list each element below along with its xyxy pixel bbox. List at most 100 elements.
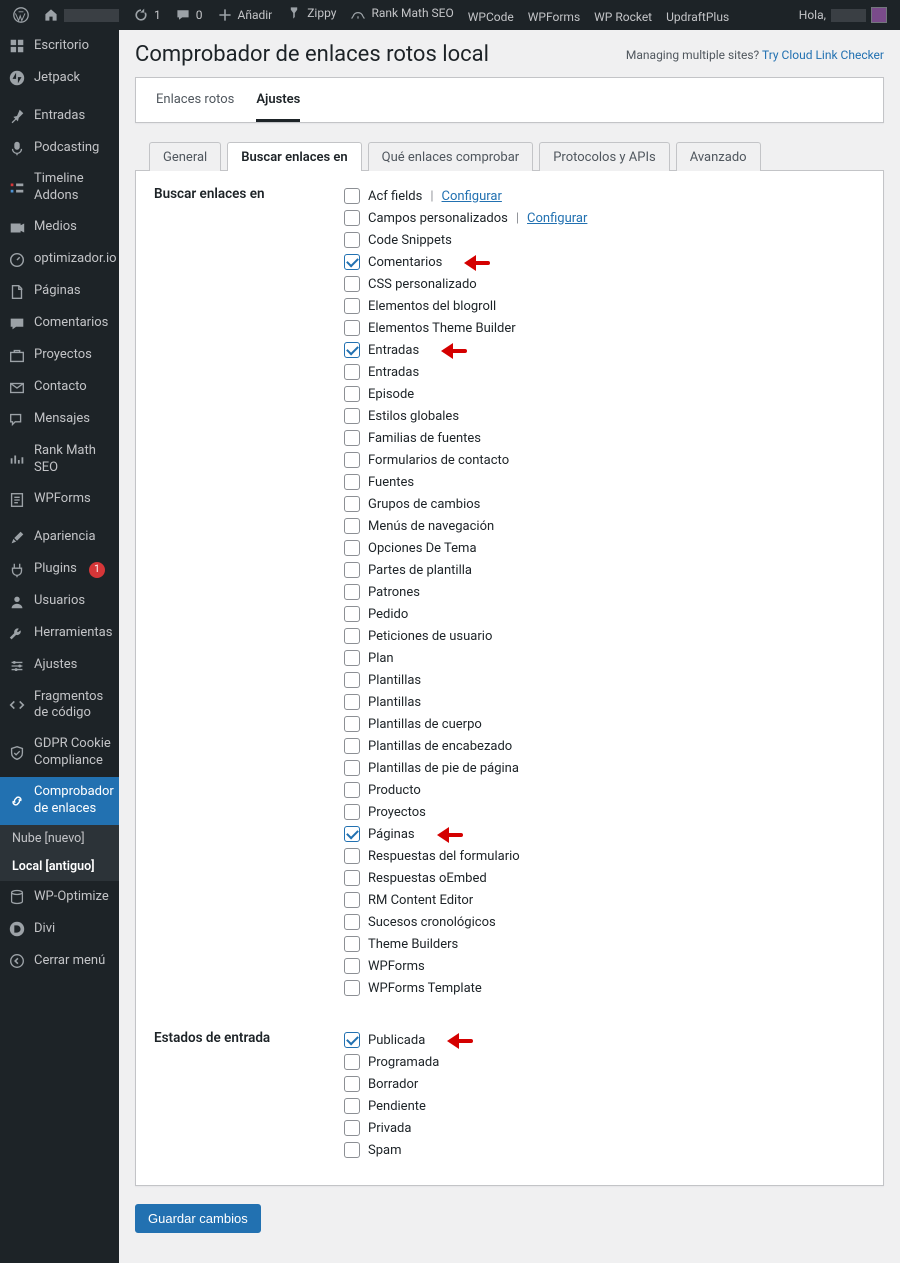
menu-usuarios[interactable]: Usuarios: [0, 586, 119, 618]
checkbox-1[interactable]: [344, 1054, 360, 1070]
checkbox-19[interactable]: [344, 606, 360, 622]
option-episode[interactable]: Episode: [344, 383, 865, 405]
settings-tab-general[interactable]: General: [149, 142, 221, 171]
checkbox-13[interactable]: [344, 474, 360, 490]
option-spam[interactable]: Spam: [344, 1139, 865, 1161]
option-respuestas-oembed[interactable]: Respuestas oEmbed: [344, 867, 865, 889]
checkbox-14[interactable]: [344, 496, 360, 512]
menu-gdpr-cookie-compliance[interactable]: GDPR Cookie Compliance: [0, 729, 119, 777]
menu-herramientas[interactable]: Herramientas: [0, 618, 119, 650]
settings-tab-protocolos-y-apis[interactable]: Protocolos y APIs: [539, 142, 669, 171]
option-familias-de-fuentes[interactable]: Familias de fuentes: [344, 427, 865, 449]
checkbox-25[interactable]: [344, 738, 360, 754]
option-patrones[interactable]: Patrones: [344, 581, 865, 603]
checkbox-4[interactable]: [344, 276, 360, 292]
option-campos-personalizados[interactable]: Campos personalizados | Configurar: [344, 207, 865, 229]
menu-wpforms[interactable]: WPForms: [0, 484, 119, 516]
option-producto[interactable]: Producto: [344, 779, 865, 801]
try-cloud-link[interactable]: Try Cloud Link Checker: [762, 48, 884, 62]
option-elementos-del-blogroll[interactable]: Elementos del blogroll: [344, 295, 865, 317]
checkbox-0[interactable]: [344, 1032, 360, 1048]
option-sucesos-cronol-gicos[interactable]: Sucesos cronológicos: [344, 911, 865, 933]
settings-tab-buscar-enlaces-en[interactable]: Buscar enlaces en: [227, 142, 361, 171]
option-fuentes[interactable]: Fuentes: [344, 471, 865, 493]
option-men-s-de-navegaci-n[interactable]: Menús de navegación: [344, 515, 865, 537]
checkbox-15[interactable]: [344, 518, 360, 534]
menu-mensajes[interactable]: Mensajes: [0, 404, 119, 436]
menu-timeline-addons[interactable]: Timeline Addons: [0, 164, 119, 212]
menu-entradas[interactable]: Entradas: [0, 100, 119, 132]
menu-rank-math-seo[interactable]: Rank Math SEO: [0, 436, 119, 484]
option-opciones-de-tema[interactable]: Opciones De Tema: [344, 537, 865, 559]
menu-proyectos[interactable]: Proyectos: [0, 340, 119, 372]
settings-tab-avanzado[interactable]: Avanzado: [676, 142, 761, 171]
checkbox-32[interactable]: [344, 892, 360, 908]
option-p-ginas[interactable]: Páginas: [344, 823, 865, 845]
checkbox-26[interactable]: [344, 760, 360, 776]
option-css-personalizado[interactable]: CSS personalizado: [344, 273, 865, 295]
option-borrador[interactable]: Borrador: [344, 1073, 865, 1095]
checkbox-6[interactable]: [344, 320, 360, 336]
checkbox-34[interactable]: [344, 936, 360, 952]
option-pedido[interactable]: Pedido: [344, 603, 865, 625]
checkbox-4[interactable]: [344, 1120, 360, 1136]
menu-fragmentos-de-c-digo[interactable]: Fragmentos de código: [0, 682, 119, 730]
option-acf-fields[interactable]: Acf fields | Configurar: [344, 185, 865, 207]
checkbox-10[interactable]: [344, 408, 360, 424]
settings-tab-qu-enlaces-comprobar[interactable]: Qué enlaces comprobar: [368, 142, 534, 171]
checkbox-12[interactable]: [344, 452, 360, 468]
option-plantillas-de-cuerpo[interactable]: Plantillas de cuerpo: [344, 713, 865, 735]
option-plan[interactable]: Plan: [344, 647, 865, 669]
checkbox-22[interactable]: [344, 672, 360, 688]
checkbox-21[interactable]: [344, 650, 360, 666]
checkbox-9[interactable]: [344, 386, 360, 402]
option-theme-builders[interactable]: Theme Builders: [344, 933, 865, 955]
checkbox-36[interactable]: [344, 980, 360, 996]
menu-escritorio[interactable]: Escritorio: [0, 30, 119, 62]
configure-link[interactable]: Configurar: [442, 189, 502, 204]
menu-ajustes[interactable]: Ajustes: [0, 650, 119, 682]
updates-link[interactable]: 1: [126, 0, 168, 30]
checkbox-35[interactable]: [344, 958, 360, 974]
save-button[interactable]: Guardar cambios: [135, 1204, 261, 1233]
checkbox-18[interactable]: [344, 584, 360, 600]
checkbox-7[interactable]: [344, 342, 360, 358]
add-new[interactable]: Añadir: [210, 0, 280, 30]
submenu-nube-nuevo-[interactable]: Nube [nuevo]: [0, 825, 119, 853]
menu-divi[interactable]: Divi: [0, 913, 119, 945]
adminbar-wpcode[interactable]: WPCode: [461, 2, 521, 32]
option-peticiones-de-usuario[interactable]: Peticiones de usuario: [344, 625, 865, 647]
checkbox-3[interactable]: [344, 1098, 360, 1114]
menu-apariencia[interactable]: Apariencia: [0, 522, 119, 554]
adminbar-updraftplus[interactable]: UpdraftPlus: [659, 2, 736, 32]
checkbox-29[interactable]: [344, 826, 360, 842]
adminbar-wpforms[interactable]: WPForms: [521, 2, 587, 32]
comments-link[interactable]: 0: [168, 0, 210, 30]
submenu-local-antiguo-[interactable]: Local [antiguo]: [0, 853, 119, 881]
checkbox-8[interactable]: [344, 364, 360, 380]
tab-broken-links[interactable]: Enlaces rotos: [156, 78, 234, 122]
menu-jetpack[interactable]: Jetpack: [0, 62, 119, 94]
option-estilos-globales[interactable]: Estilos globales: [344, 405, 865, 427]
option-pendiente[interactable]: Pendiente: [344, 1095, 865, 1117]
menu-optimizador-io[interactable]: optimizador.io: [0, 244, 119, 276]
menu-p-ginas[interactable]: Páginas: [0, 276, 119, 308]
checkbox-2[interactable]: [344, 1076, 360, 1092]
option-plantillas[interactable]: Plantillas: [344, 669, 865, 691]
menu-wp-optimize[interactable]: WP-Optimize: [0, 881, 119, 913]
adminbar-zippy[interactable]: Zippy: [279, 0, 343, 28]
my-account[interactable]: Hola,: [792, 0, 894, 30]
option-partes-de-plantilla[interactable]: Partes de plantilla: [344, 559, 865, 581]
adminbar-wp-rocket[interactable]: WP Rocket: [587, 2, 659, 32]
adminbar-rank-math-seo[interactable]: Rank Math SEO: [343, 0, 460, 28]
option-code-snippets[interactable]: Code Snippets: [344, 229, 865, 251]
checkbox-0[interactable]: [344, 188, 360, 204]
checkbox-33[interactable]: [344, 914, 360, 930]
option-entradas[interactable]: Entradas: [344, 339, 865, 361]
menu-podcasting[interactable]: Podcasting: [0, 132, 119, 164]
option-privada[interactable]: Privada: [344, 1117, 865, 1139]
checkbox-28[interactable]: [344, 804, 360, 820]
option-publicada[interactable]: Publicada: [344, 1029, 865, 1051]
menu-contacto[interactable]: Contacto: [0, 372, 119, 404]
configure-link[interactable]: Configurar: [527, 211, 587, 226]
